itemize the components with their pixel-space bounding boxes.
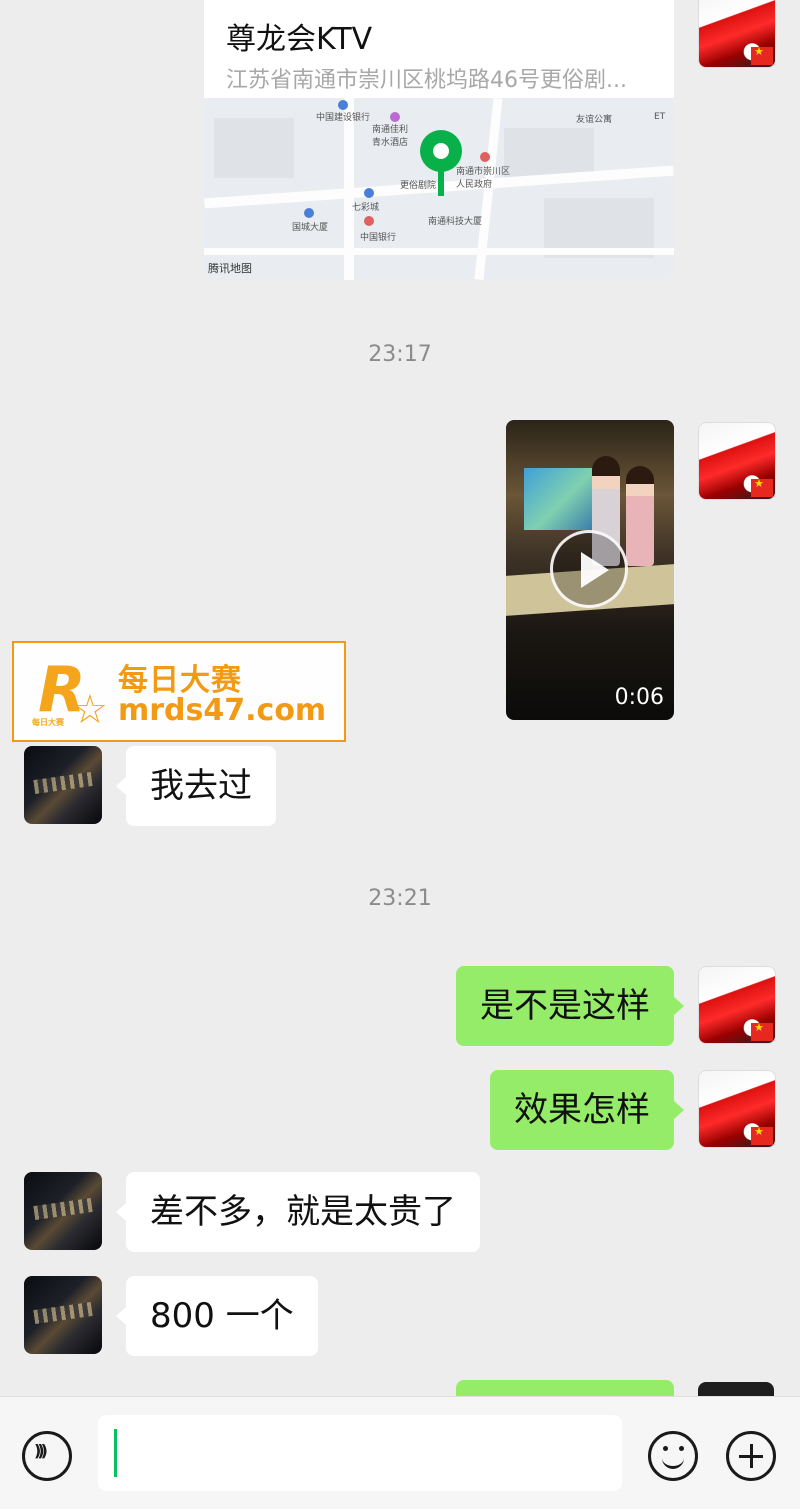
watermark-logo: R ☆ 每日大赛: [32, 653, 108, 733]
map-provider-label: 腾讯地图: [208, 262, 252, 275]
china-flag-icon: [751, 45, 773, 65]
own-avatar[interactable]: [698, 1070, 776, 1148]
outgoing-message[interactable]: 是不是这样: [456, 966, 684, 1046]
watermark: R ☆ 每日大赛 每日大赛 mrds47.com: [12, 641, 346, 742]
incoming-message[interactable]: 800 一个: [116, 1276, 318, 1356]
contact-avatar[interactable]: [24, 1276, 102, 1354]
china-flag-icon: [751, 1125, 773, 1145]
map-poi: 国城大厦: [292, 223, 329, 233]
watermark-url: mrds47.com: [118, 693, 327, 728]
contact-avatar[interactable]: [24, 1172, 102, 1250]
map-poi: 友谊公寓: [576, 115, 613, 125]
own-avatar[interactable]: [698, 422, 776, 500]
location-pin-icon: [420, 130, 462, 172]
text-caret: [114, 1429, 117, 1477]
map-poi: 中国建设银行: [316, 113, 371, 123]
message-input[interactable]: [98, 1415, 622, 1491]
play-icon[interactable]: [550, 530, 628, 608]
outgoing-message[interactable]: 效果怎样: [490, 1070, 684, 1150]
own-avatar[interactable]: [698, 966, 776, 1044]
map-poi: 更俗剧院: [400, 181, 437, 191]
china-flag-icon: [751, 1021, 773, 1041]
video-message[interactable]: 0:06: [506, 420, 674, 720]
map-poi: ET: [654, 112, 666, 122]
chat-input-bar: [0, 1396, 800, 1509]
plus-icon[interactable]: [726, 1431, 776, 1481]
emoji-icon[interactable]: [648, 1431, 698, 1481]
timestamp: 23:17: [368, 342, 432, 367]
china-flag-icon: [751, 477, 773, 497]
incoming-message[interactable]: 差不多，就是太贵了: [116, 1172, 480, 1252]
incoming-message[interactable]: 我去过: [116, 746, 276, 826]
timestamp: 23:21: [368, 886, 432, 911]
video-duration: 0:06: [614, 685, 664, 710]
contact-avatar[interactable]: [24, 746, 102, 824]
location-map[interactable]: 中国建设银行 南通佳利青水酒店 南通市崇川区人民政府 七彩城 中国银行 更俗剧院…: [204, 98, 674, 280]
own-avatar[interactable]: [698, 0, 776, 68]
map-poi: 中国银行: [360, 233, 397, 243]
voice-icon[interactable]: [22, 1431, 72, 1481]
location-card[interactable]: 尊龙会KTV 江苏省南通市崇川区桃坞路46号更俗剧... 中国建设银行 南通佳利…: [204, 0, 674, 280]
star-icon: ☆: [72, 687, 108, 733]
map-poi: 南通市崇川区人民政府: [456, 167, 511, 190]
map-poi: 南通科技大厦: [428, 217, 483, 227]
location-address: 江苏省南通市崇川区桃坞路46号更俗剧...: [226, 68, 627, 93]
location-name: 尊龙会KTV: [226, 22, 373, 57]
map-poi: 七彩城: [352, 203, 380, 213]
map-poi: 南通佳利青水酒店: [372, 125, 409, 148]
